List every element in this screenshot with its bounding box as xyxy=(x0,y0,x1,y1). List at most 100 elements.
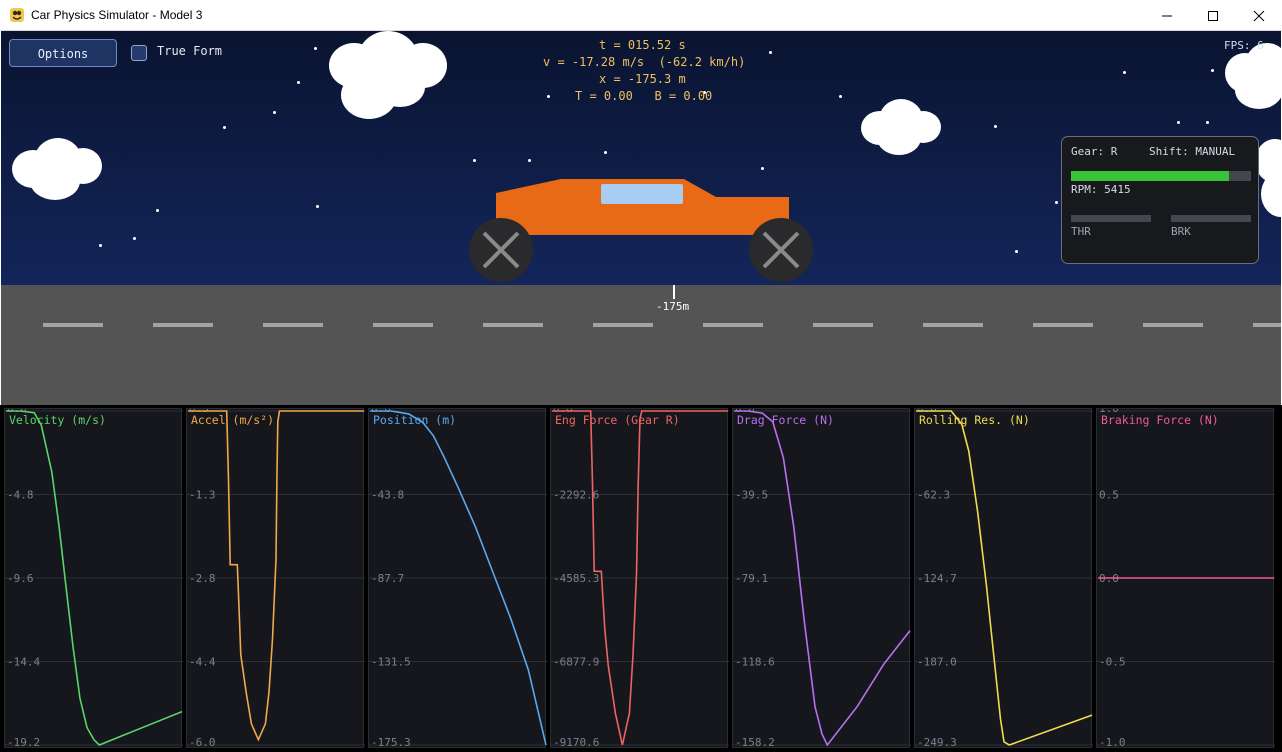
chart-title: Position (m) xyxy=(373,413,456,427)
position-marker-tick xyxy=(673,285,675,299)
gear-panel: Gear: R Shift: MANUAL RPM: 5415 THR BRK xyxy=(1061,136,1259,264)
graph-position: 0.0-43.8-87.7-131.5-175.3Position (m) xyxy=(368,408,547,749)
graph-accel: 0.3-1.3-2.8-4.4-6.0Accel (m/s²) xyxy=(186,408,365,749)
tick-label: -175.3 xyxy=(371,736,411,749)
chart-svg: 1.00.50.0-0.5-1.0Braking Force (N) xyxy=(1097,409,1275,749)
tick-label: -4585.3 xyxy=(553,572,599,585)
tick-label: -39.5 xyxy=(735,489,768,502)
star xyxy=(528,159,531,162)
maximize-icon xyxy=(1208,11,1218,21)
star xyxy=(99,244,102,247)
star xyxy=(769,51,772,54)
graph-engine-force: 0.0-2292.6-4585.3-6877.9-9170.6Eng Force… xyxy=(550,408,729,749)
throttle-bar xyxy=(1071,215,1151,222)
star xyxy=(297,81,300,84)
star xyxy=(1015,250,1018,253)
tick-label: 0.5 xyxy=(1099,489,1119,502)
graph-braking-force: 1.00.50.0-0.5-1.0Braking Force (N) xyxy=(1096,408,1275,749)
star xyxy=(1055,201,1058,204)
tick-label: -249.3 xyxy=(917,736,957,749)
tick-label: -0.5 xyxy=(1099,656,1126,669)
tick-label: -79.1 xyxy=(735,572,768,585)
chart-svg: 0.0-2292.6-4585.3-6877.9-9170.6Eng Force… xyxy=(551,409,729,749)
star xyxy=(547,95,550,98)
true-form-label: True Form xyxy=(157,44,223,58)
rpm-label: RPM: 5415 xyxy=(1071,183,1131,196)
chart-title: Eng Force (Gear R) xyxy=(555,413,680,427)
lane-marking xyxy=(1033,323,1093,327)
tick-label: -6.0 xyxy=(189,736,216,749)
chart-title: Velocity (m/s) xyxy=(9,413,106,427)
chart-svg: 0.0-43.8-87.7-131.5-175.3Position (m) xyxy=(369,409,547,749)
hud-position: x = -175.3 m xyxy=(599,72,686,86)
tick-label: -4.8 xyxy=(7,489,34,502)
tick-label: -14.4 xyxy=(7,656,40,669)
brake-label: BRK xyxy=(1171,225,1191,238)
tick-label: -9.6 xyxy=(7,572,34,585)
graph-rolling-resistance: 0.0-62.3-124.7-187.0-249.3Rolling Res. (… xyxy=(914,408,1093,749)
lane-marking xyxy=(593,323,653,327)
tick-label: -62.3 xyxy=(917,489,950,502)
tick-label: -1.0 xyxy=(1099,736,1126,749)
window-titlebar: Car Physics Simulator - Model 3 xyxy=(0,0,1282,31)
lane-marking xyxy=(483,323,543,327)
star xyxy=(156,209,159,212)
lane-marking xyxy=(43,323,103,327)
shift-mode: Shift: MANUAL xyxy=(1149,145,1236,158)
lane-marking xyxy=(1143,323,1203,327)
graph-drag-force: 0.0-39.5-79.1-118.6-158.2Drag Force (N) xyxy=(732,408,911,749)
graphs-area: 0.0-4.8-9.6-14.4-19.2Velocity (m/s) 0.3-… xyxy=(0,405,1282,752)
star xyxy=(839,95,842,98)
rear-wheel xyxy=(469,218,533,282)
star xyxy=(1206,121,1209,124)
brake-bar xyxy=(1171,215,1251,222)
star xyxy=(223,126,226,129)
star xyxy=(1177,121,1180,124)
tick-label: -124.7 xyxy=(917,572,957,585)
fps-counter: FPS: 6 xyxy=(1224,39,1264,52)
tick-label: -131.5 xyxy=(371,656,411,669)
chart-svg: 0.0-39.5-79.1-118.6-158.2Drag Force (N) xyxy=(733,409,911,749)
chart-svg: 0.0-62.3-124.7-187.0-249.3Rolling Res. (… xyxy=(915,409,1093,749)
chart-title: Drag Force (N) xyxy=(737,413,834,427)
tick-label: -1.3 xyxy=(189,489,216,502)
throttle-label: THR xyxy=(1071,225,1091,238)
lane-marking xyxy=(263,323,323,327)
close-button[interactable] xyxy=(1236,0,1282,31)
cloud xyxy=(327,31,447,126)
star xyxy=(316,205,319,208)
star xyxy=(761,167,764,170)
chart-svg: 0.3-1.3-2.8-4.4-6.0Accel (m/s²) xyxy=(187,409,365,749)
star xyxy=(133,237,136,240)
hud-time: t = 015.52 s xyxy=(599,38,686,52)
star xyxy=(1211,69,1214,72)
true-form-checkbox[interactable] xyxy=(131,45,147,61)
tick-label: -19.2 xyxy=(7,736,40,749)
minimize-icon xyxy=(1162,15,1172,17)
star xyxy=(473,159,476,162)
graph-velocity: 0.0-4.8-9.6-14.4-19.2Velocity (m/s) xyxy=(4,408,183,749)
tick-label: -158.2 xyxy=(735,736,775,749)
cloud xyxy=(1225,43,1281,109)
lane-marking xyxy=(153,323,213,327)
close-icon xyxy=(1253,10,1265,22)
car-window xyxy=(601,184,683,204)
chart-title: Braking Force (N) xyxy=(1101,413,1219,427)
maximize-button[interactable] xyxy=(1190,0,1236,31)
road xyxy=(1,285,1281,405)
tick-label: -187.0 xyxy=(917,656,957,669)
options-button[interactable]: Options xyxy=(9,39,117,67)
star xyxy=(604,151,607,154)
cloud xyxy=(12,138,102,200)
tick-label: -9170.6 xyxy=(553,736,599,749)
chart-title: Rolling Res. (N) xyxy=(919,413,1030,427)
tick-label: -6877.9 xyxy=(553,656,599,669)
minimize-button[interactable] xyxy=(1144,0,1190,31)
car xyxy=(469,179,813,282)
cloud xyxy=(861,99,941,157)
lane-marking xyxy=(813,323,873,327)
rpm-bar xyxy=(1071,171,1251,181)
python-icon xyxy=(10,8,24,22)
tick-label: -43.8 xyxy=(371,489,404,502)
lane-marking xyxy=(1253,323,1281,327)
